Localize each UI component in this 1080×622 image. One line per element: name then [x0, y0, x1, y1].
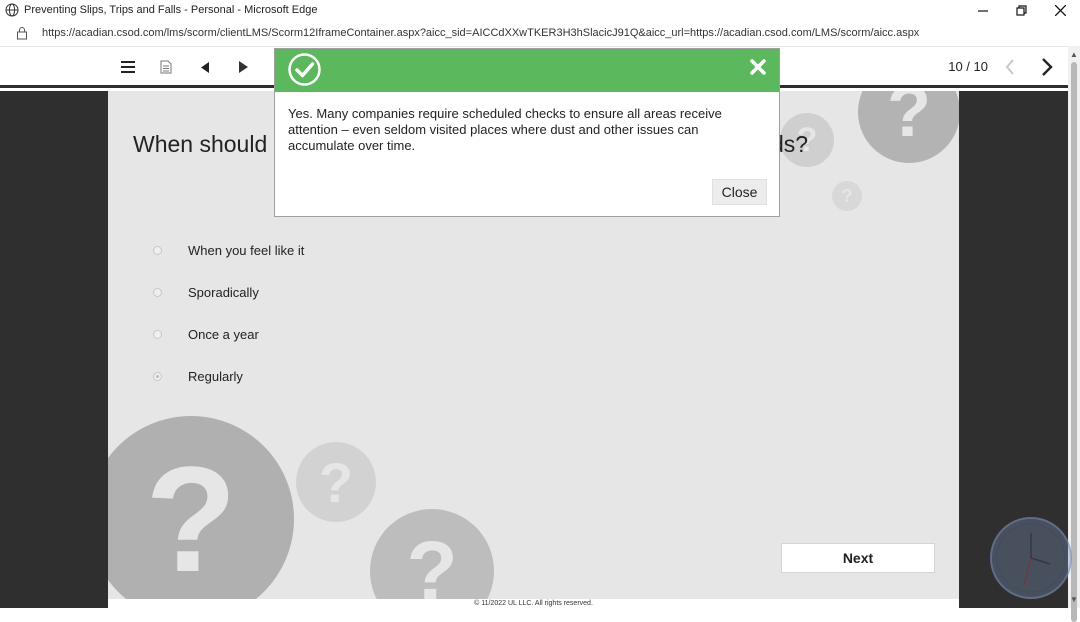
- answer-option-label[interactable]: Sporadically: [188, 285, 259, 300]
- radio-button[interactable]: [153, 287, 162, 297]
- clock-widget-icon: [990, 517, 1072, 599]
- menu-button[interactable]: [117, 56, 139, 78]
- radio-button[interactable]: [153, 245, 162, 255]
- scroll-thumb[interactable]: [1071, 62, 1077, 622]
- next-button[interactable]: Next: [781, 543, 935, 573]
- play-back-icon: [201, 61, 209, 73]
- scroll-up-icon[interactable]: ▲: [1070, 50, 1078, 59]
- answer-option[interactable]: Once a year: [153, 324, 259, 344]
- play-forward-icon: [238, 61, 248, 73]
- notes-button[interactable]: [155, 56, 177, 78]
- minimize-button[interactable]: [963, 0, 1003, 21]
- question-mark-decoration-icon: ?: [858, 91, 959, 163]
- hamburger-menu-icon: [121, 61, 135, 73]
- feedback-dialog: Yes. Many companies require scheduled ch…: [274, 48, 780, 217]
- chevron-right-icon: [1042, 58, 1053, 76]
- lock-icon: [17, 27, 27, 40]
- answer-option[interactable]: Sporadically: [153, 282, 259, 302]
- close-button[interactable]: Close: [712, 179, 767, 205]
- page-count: 10 / 10: [948, 59, 988, 74]
- feedback-dialog-header: [275, 49, 779, 92]
- question-mark-decoration-icon: ?: [370, 509, 494, 599]
- previous-slide-button[interactable]: [194, 56, 216, 78]
- answer-option[interactable]: When you feel like it: [153, 240, 304, 260]
- url-text[interactable]: https://acadian.csod.com/lms/scorm/clien…: [42, 27, 919, 39]
- radio-button-selected[interactable]: [153, 371, 162, 381]
- window-title-bar: Preventing Slips, Trips and Falls - Pers…: [0, 0, 1080, 21]
- restore-icon: [1015, 5, 1027, 16]
- document-icon: [160, 60, 172, 74]
- feedback-message: Yes. Many companies require scheduled ch…: [288, 106, 722, 153]
- question-mark-decoration-icon: ?: [296, 442, 376, 522]
- globe-icon: [5, 3, 19, 17]
- answer-option-label[interactable]: Once a year: [188, 327, 259, 342]
- restore-button[interactable]: [1001, 0, 1041, 21]
- close-x-icon[interactable]: [747, 56, 769, 78]
- radio-button[interactable]: [153, 329, 162, 339]
- minimize-icon: [978, 9, 988, 12]
- page-prev-button[interactable]: [999, 56, 1021, 78]
- chevron-left-icon: [1005, 59, 1014, 75]
- question-mark-decoration-icon: ?: [108, 416, 294, 599]
- question-mark-decoration-icon: ?: [832, 181, 862, 211]
- answer-option-label[interactable]: Regularly: [188, 369, 243, 384]
- answer-option-label[interactable]: When you feel like it: [188, 243, 304, 258]
- copyright-footer: © 11/2022 UL LLC. All rights reserved.: [108, 599, 959, 608]
- address-bar[interactable]: https://acadian.csod.com/lms/scorm/clien…: [0, 21, 1080, 46]
- close-icon: [1054, 5, 1066, 16]
- page-next-button[interactable]: [1036, 56, 1058, 78]
- answer-option[interactable]: Regularly: [153, 366, 243, 386]
- close-window-button[interactable]: [1040, 0, 1080, 21]
- next-slide-button[interactable]: [232, 56, 254, 78]
- checkmark-circle-icon: [288, 53, 321, 86]
- window-title: Preventing Slips, Trips and Falls - Pers…: [24, 4, 318, 16]
- question-text: When should: [133, 131, 268, 157]
- scroll-down-icon[interactable]: ▼: [1070, 595, 1078, 604]
- clock-face-icon: [996, 523, 1066, 593]
